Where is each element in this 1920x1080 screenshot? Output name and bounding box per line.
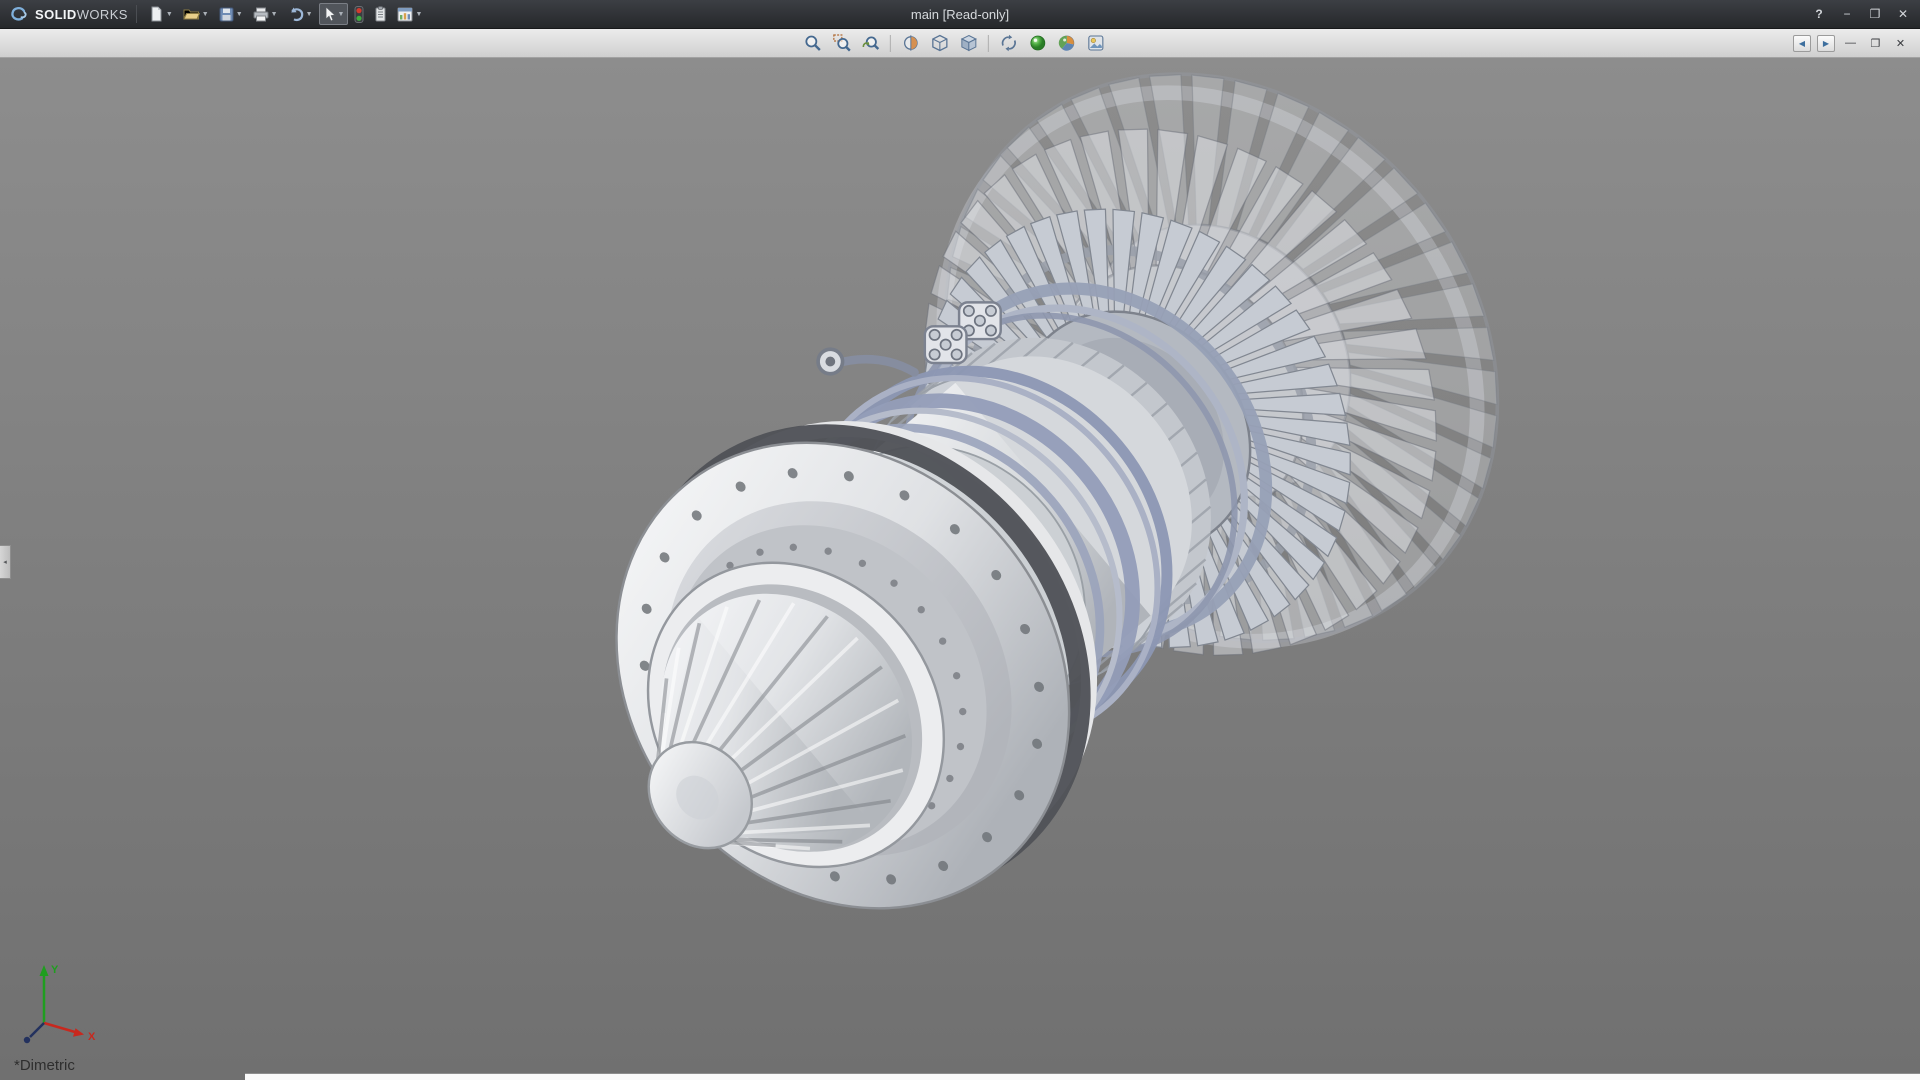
design-report-button[interactable]: ▼	[393, 3, 426, 25]
dropdown-arrow-icon[interactable]: ▼	[415, 11, 422, 18]
heads-up-view-toolbar: ◀ ▶ — ❐ ✕	[0, 29, 1920, 58]
save-icon	[219, 7, 234, 22]
zoom-previous-button[interactable]	[858, 32, 883, 55]
document-restore-button[interactable]: ❐	[1866, 35, 1885, 52]
zoom-fit-button[interactable]	[800, 32, 825, 55]
app-brand: SOLIDWORKS	[8, 5, 128, 23]
save-button[interactable]: ▼	[215, 3, 247, 25]
open-folder-icon	[183, 6, 200, 22]
rebuild-button[interactable]	[350, 3, 368, 25]
rotate-view-button[interactable]	[996, 32, 1021, 55]
dropdown-arrow-icon[interactable]: ▼	[236, 11, 243, 18]
zoom-fit-icon	[803, 34, 821, 52]
toolbar-separator	[890, 35, 891, 52]
collapse-arrow-icon: ◂	[3, 558, 7, 566]
app-name-works: WORKS	[77, 7, 128, 22]
close-button[interactable]: ✕	[1894, 5, 1912, 23]
section-view-icon	[901, 34, 919, 52]
status-strip	[245, 1073, 1920, 1080]
zoom-area-icon	[832, 34, 850, 52]
select-button[interactable]: ▼	[319, 3, 349, 25]
panel-collapse-tab[interactable]: ◂	[0, 545, 11, 579]
window-title: main [Read-only]	[911, 0, 1009, 29]
rotate-view-icon	[999, 34, 1017, 52]
triad-y-label: Y	[51, 964, 59, 976]
standard-toolbar: ▼ ▼ ▼ ▼ ▼	[145, 3, 427, 25]
zoom-previous-icon	[861, 34, 879, 52]
view-orientation-label: *Dimetric	[14, 1057, 75, 1074]
undo-icon	[288, 7, 304, 22]
dropdown-arrow-icon[interactable]: ▼	[202, 11, 209, 18]
toolbar-separator	[136, 5, 137, 23]
app-name-solid: SOLID	[35, 7, 77, 22]
section-view-button[interactable]	[898, 32, 923, 55]
app-name: SOLIDWORKS	[35, 7, 128, 22]
view-orientation-button[interactable]	[956, 32, 981, 55]
edit-appearance-button[interactable]	[1025, 32, 1050, 55]
edit-appearance-icon	[1028, 34, 1046, 52]
3d-viewport[interactable]: YX	[0, 58, 1920, 1080]
bolted-plate	[925, 326, 967, 363]
select-cursor-icon	[323, 6, 336, 22]
dropdown-arrow-icon[interactable]: ▼	[306, 11, 313, 18]
panel-back-button[interactable]: ◀	[1793, 35, 1811, 52]
document-window-controls: ◀ ▶ — ❐ ✕	[1793, 29, 1910, 57]
display-style-icon	[930, 34, 948, 52]
new-document-icon	[149, 6, 164, 22]
view-tools	[800, 29, 1108, 57]
dropdown-arrow-icon[interactable]: ▼	[166, 11, 173, 18]
minimize-button[interactable]: −	[1838, 5, 1856, 23]
document-close-button[interactable]: ✕	[1891, 35, 1910, 52]
window-controls: ? − ❐ ✕	[1810, 5, 1912, 23]
rebuild-traffic-light-icon	[354, 6, 364, 23]
toolbar-separator	[988, 35, 989, 52]
dropdown-arrow-icon[interactable]: ▼	[271, 11, 278, 18]
document-minimize-button[interactable]: —	[1841, 35, 1860, 52]
design-report-icon	[397, 7, 413, 22]
dropdown-arrow-icon[interactable]: ▼	[338, 11, 345, 18]
undo-button[interactable]: ▼	[284, 3, 317, 25]
dassault-3ds-logo-icon	[8, 5, 30, 23]
triad-x-label: X	[88, 1031, 96, 1043]
graphics-area[interactable]: YX ◂ *Dimetric	[0, 58, 1920, 1080]
panel-forward-button[interactable]: ▶	[1817, 35, 1835, 52]
open-document-button[interactable]: ▼	[179, 3, 213, 25]
apply-scene-button[interactable]	[1054, 32, 1079, 55]
display-style-button[interactable]	[927, 32, 952, 55]
restore-button[interactable]: ❐	[1866, 5, 1884, 23]
print-button[interactable]: ▼	[249, 3, 282, 25]
file-properties-button[interactable]	[370, 3, 391, 25]
apply-scene-icon	[1057, 34, 1075, 52]
new-document-button[interactable]: ▼	[145, 3, 177, 25]
view-orientation-icon	[959, 34, 977, 52]
print-icon	[253, 7, 269, 22]
help-button[interactable]: ?	[1810, 5, 1828, 23]
file-properties-icon	[374, 6, 387, 22]
zoom-area-button[interactable]	[829, 32, 854, 55]
titlebar: SOLIDWORKS ▼ ▼ ▼	[0, 0, 1920, 29]
view-settings-button[interactable]	[1083, 32, 1108, 55]
view-settings-icon	[1086, 34, 1104, 52]
